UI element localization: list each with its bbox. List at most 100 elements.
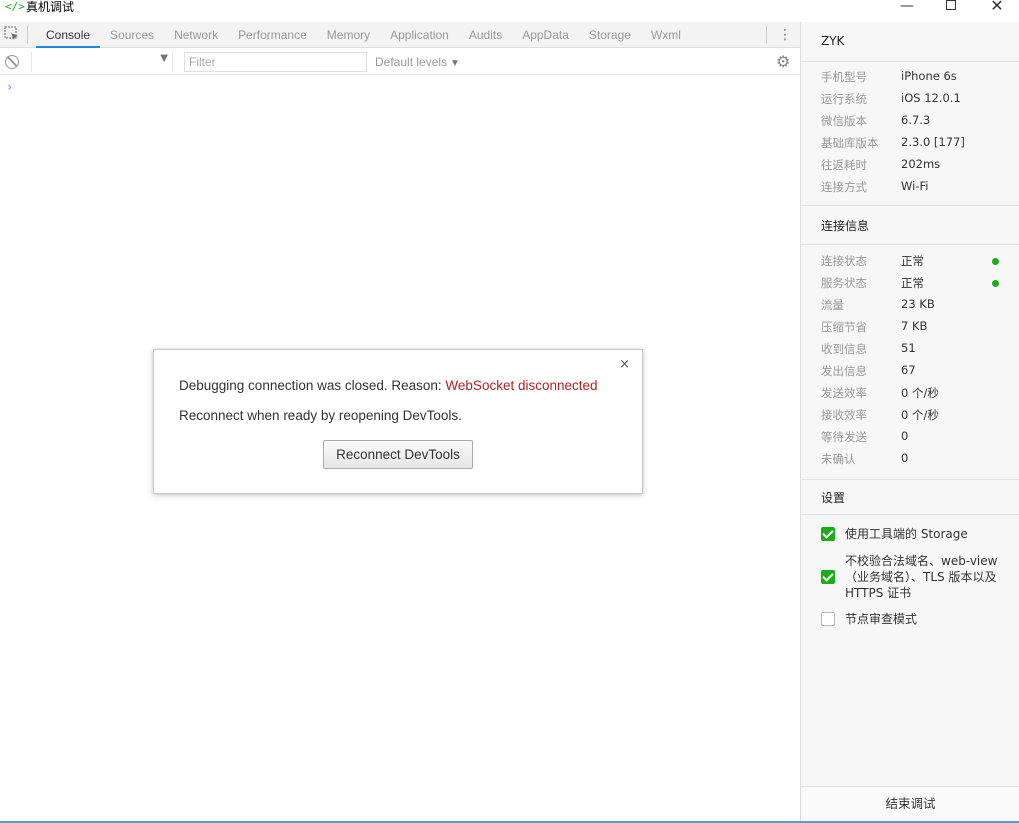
info-key: 连接状态 xyxy=(821,254,867,268)
debug-info-panel: ZYK 手机型号 iPhone 6s 运行系统 iOS 12.0.1 微信版本 6.7.3… xyxy=(800,22,1019,823)
context-select[interactable]: ▼ xyxy=(31,52,173,72)
info-row: 等待发送 0 xyxy=(801,426,1019,448)
info-key: 手机型号 xyxy=(821,70,867,84)
info-key: 连接方式 xyxy=(821,180,867,194)
maximize-icon xyxy=(946,0,956,10)
gear-icon[interactable]: ⚙ xyxy=(776,53,790,71)
info-row: 发出信息 67 xyxy=(801,360,1019,382)
info-value: 0 个/秒 xyxy=(901,408,939,422)
info-value: 0 xyxy=(901,451,909,465)
setting-label: 不校验合法域名、web-view（业务域名）、TLS 版本以及 HTTPS 证书 xyxy=(845,554,998,600)
info-row: 微信版本 6.7.3 xyxy=(801,110,1019,132)
divider xyxy=(801,479,1019,480)
setting-label: 节点审查模式 xyxy=(845,612,918,626)
info-value: 202ms xyxy=(901,157,941,171)
checkbox[interactable] xyxy=(821,570,835,584)
log-levels-label: Default levels xyxy=(375,55,448,69)
dialog-message: Debugging connection was closed. Reason:… xyxy=(179,378,598,393)
tab-separator xyxy=(27,26,28,44)
checkbox[interactable] xyxy=(821,527,835,541)
close-icon[interactable]: × xyxy=(619,357,630,373)
setting-use-storage[interactable]: 使用工具端的 Storage xyxy=(821,526,1011,544)
tab-sources[interactable]: Sources xyxy=(100,22,164,48)
status-ok-icon xyxy=(992,280,999,287)
info-key: 接收效率 xyxy=(821,408,867,422)
info-value: 正常 xyxy=(901,276,924,290)
divider xyxy=(801,244,1019,245)
info-row: 连接方式 Wi-Fi xyxy=(801,176,1019,198)
devtools-tabs: Console Sources Network Performance Memory Ap… xyxy=(36,22,691,48)
tab-separator xyxy=(766,26,767,44)
close-window-button[interactable]: ✕ xyxy=(982,0,1012,14)
maximize-button[interactable] xyxy=(936,0,966,14)
tab-storage[interactable]: Storage xyxy=(579,22,641,48)
dropdown-arrow-icon: ▼ xyxy=(160,53,168,64)
tab-application[interactable]: Application xyxy=(380,22,459,48)
info-row: 手机型号 iPhone 6s xyxy=(801,66,1019,88)
devtools-panel: Console Sources Network Performance Memory Ap… xyxy=(0,22,800,823)
info-value: 6.7.3 xyxy=(901,113,931,127)
tab-wxml[interactable]: Wxml xyxy=(641,22,691,48)
info-row: 流量 23 KB xyxy=(801,294,1019,316)
info-row: 发送效率 0 个/秒 xyxy=(801,382,1019,404)
log-levels-dropdown[interactable]: Default levels ▼ xyxy=(375,53,460,73)
clear-console-icon[interactable] xyxy=(5,55,19,69)
tab-memory[interactable]: Memory xyxy=(317,22,380,48)
devtools-tabbar: Console Sources Network Performance Memory Ap… xyxy=(0,22,800,48)
console-prompt-icon: › xyxy=(6,80,14,94)
info-key: 往返耗时 xyxy=(821,158,867,172)
info-key: 等待发送 xyxy=(821,430,867,444)
info-key: 未确认 xyxy=(821,452,856,466)
tab-console[interactable]: Console xyxy=(36,22,101,48)
info-key: 收到信息 xyxy=(821,342,867,356)
connection-section-title: 连接信息 xyxy=(821,219,870,233)
window-title: 真机调试 xyxy=(26,0,75,14)
tab-appdata[interactable]: AppData xyxy=(512,22,579,48)
info-row: 压缩节省 7 KB xyxy=(801,316,1019,338)
info-key: 发送效率 xyxy=(821,386,867,400)
info-value: 0 个/秒 xyxy=(901,386,939,400)
console-filter-bar: ▼ Default levels▼ ⚙ xyxy=(0,49,800,75)
dialog-message-prefix: Debugging connection was closed. Reason: xyxy=(179,378,446,393)
tab-audits[interactable]: Audits xyxy=(459,22,512,48)
info-value: 7 KB xyxy=(901,319,928,333)
dropdown-arrow-icon: ▼ xyxy=(450,58,460,69)
checkbox[interactable] xyxy=(821,612,835,626)
connection-closed-dialog: × Debugging connection was closed. Reaso… xyxy=(153,349,643,494)
info-value: 23 KB xyxy=(901,297,935,311)
inspect-element-icon[interactable] xyxy=(4,26,20,42)
disconnect-reason: WebSocket disconnected xyxy=(445,378,598,393)
minimize-button[interactable]: — xyxy=(892,0,922,14)
info-row: 接收效率 0 个/秒 xyxy=(801,404,1019,426)
info-key: 流量 xyxy=(821,298,844,312)
info-row: 基础库版本 2.3.0 [177] xyxy=(801,132,1019,154)
end-debug-button[interactable]: 结束调试 xyxy=(801,786,1019,823)
info-row: 连接状态 正常 xyxy=(801,250,1019,272)
info-key: 服务状态 xyxy=(821,276,867,290)
info-row: 未确认 0 xyxy=(801,448,1019,470)
divider xyxy=(801,205,1019,206)
info-key: 压缩节省 xyxy=(821,320,867,334)
dialog-hint: Reconnect when ready by reopening DevToo… xyxy=(179,408,462,423)
info-row: 运行系统 iOS 12.0.1 xyxy=(801,88,1019,110)
device-name: ZYK xyxy=(821,34,845,48)
tab-performance[interactable]: Performance xyxy=(228,22,317,48)
reconnect-devtools-button[interactable]: Reconnect DevTools xyxy=(323,440,473,469)
info-key: 发出信息 xyxy=(821,364,867,378)
info-value: 51 xyxy=(901,341,916,355)
setting-node-inspect[interactable]: 节点审查模式 xyxy=(821,611,1011,629)
info-value: 2.3.0 [177] xyxy=(901,135,965,149)
code-icon: </> xyxy=(5,0,25,13)
setting-skip-domain-check[interactable]: 不校验合法域名、web-view（业务域名）、TLS 版本以及 HTTPS 证书 xyxy=(821,553,1011,603)
filter-input[interactable] xyxy=(184,52,367,72)
info-value: Wi-Fi xyxy=(901,179,929,193)
title-bar: </> 真机调试 — ✕ xyxy=(0,0,1019,16)
info-key: 微信版本 xyxy=(821,114,867,128)
tab-network[interactable]: Network xyxy=(164,22,228,48)
settings-section-title: 设置 xyxy=(821,491,846,505)
info-row: 收到信息 51 xyxy=(801,338,1019,360)
setting-label: 使用工具端的 Storage xyxy=(845,527,968,541)
info-row: 往返耗时 202ms xyxy=(801,154,1019,176)
info-row: 服务状态 正常 xyxy=(801,272,1019,294)
more-options-icon[interactable]: ⋮ xyxy=(778,26,792,44)
